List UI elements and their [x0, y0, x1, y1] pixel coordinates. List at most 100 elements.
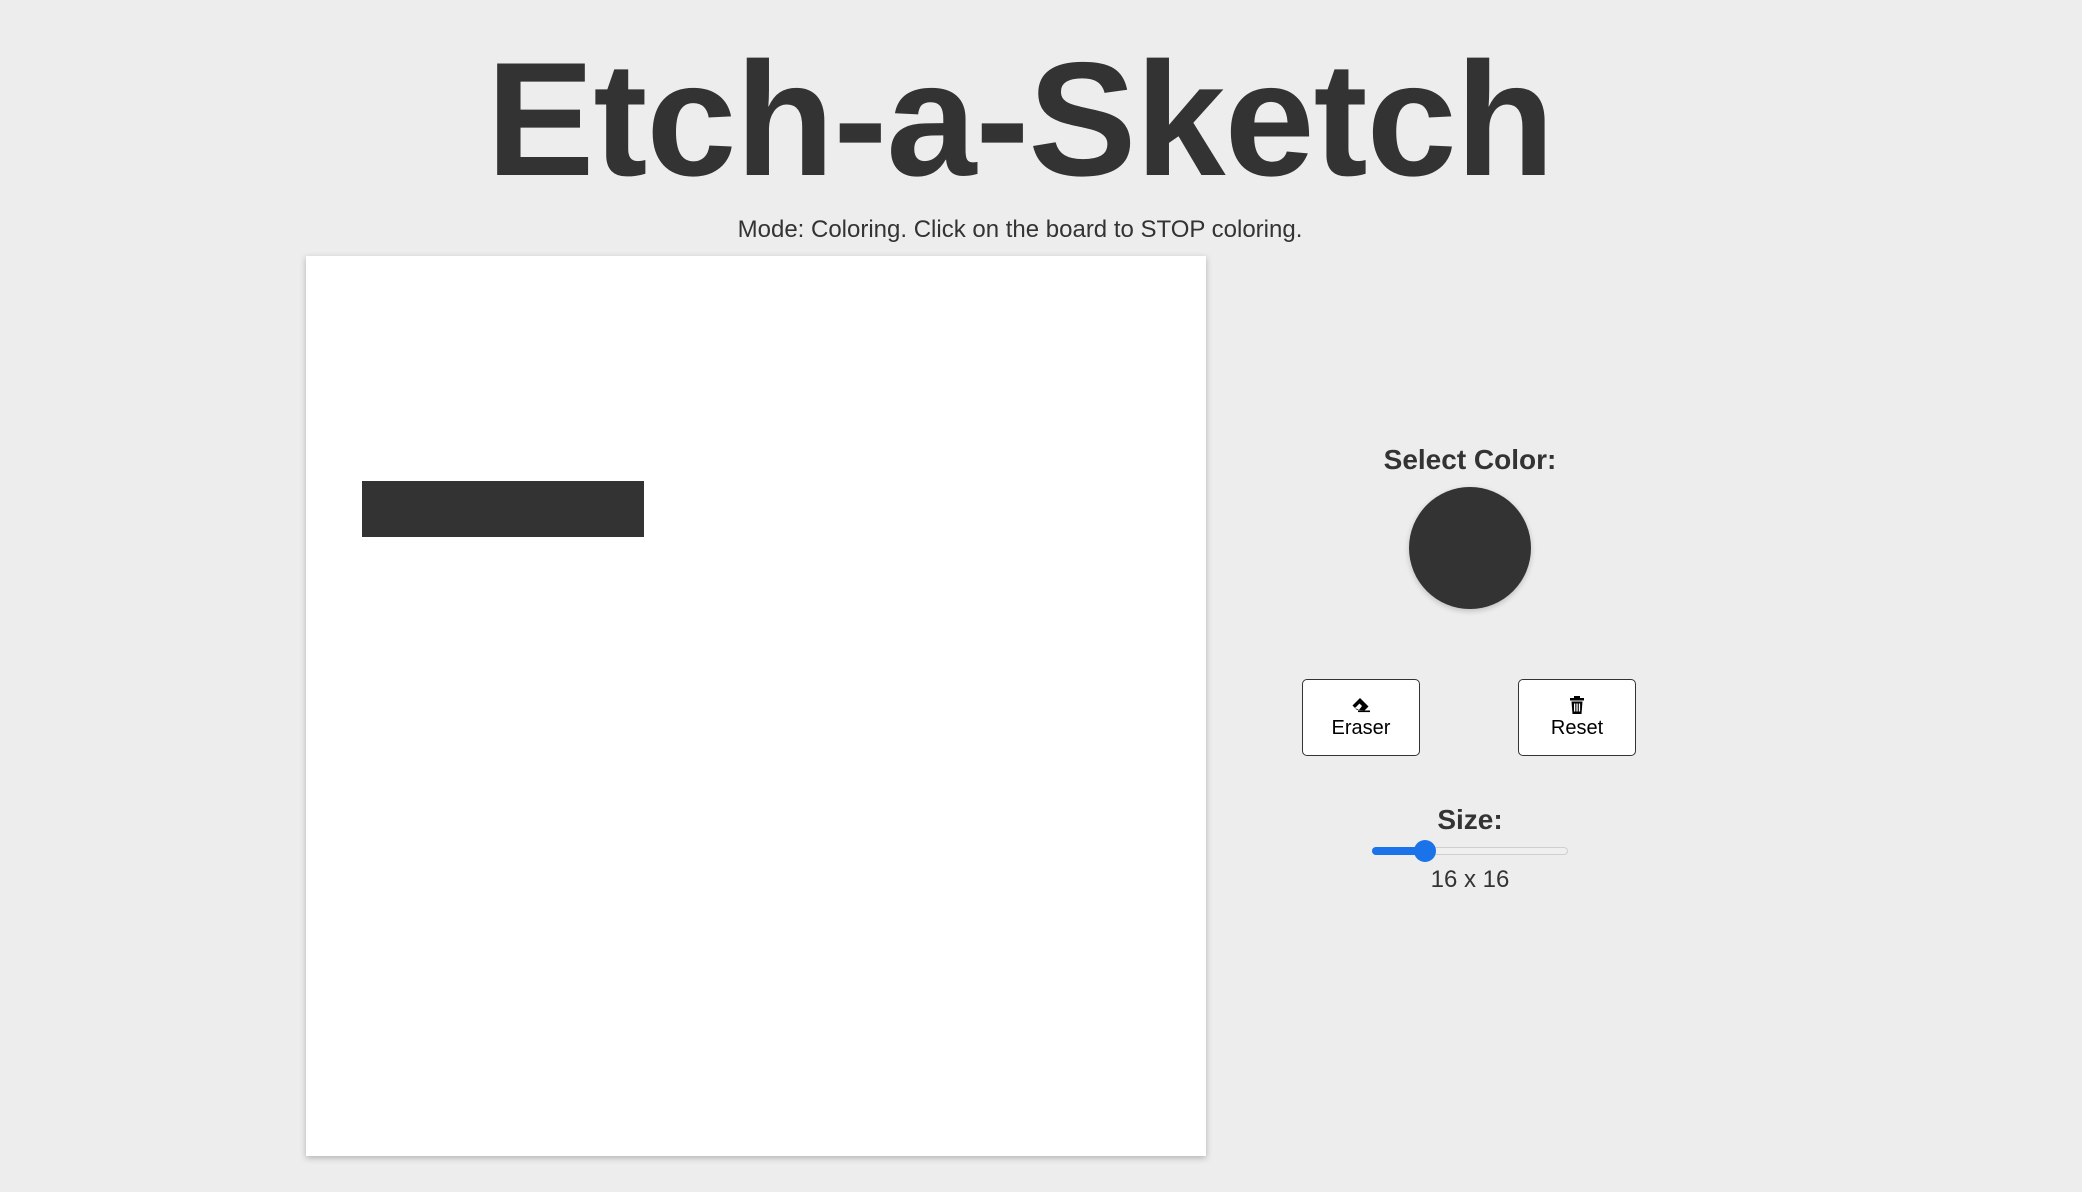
grid-cell[interactable]: [587, 706, 644, 763]
grid-cell[interactable]: [699, 987, 756, 1044]
grid-cell[interactable]: [362, 818, 419, 875]
color-picker[interactable]: [1409, 487, 1531, 609]
grid-cell[interactable]: [812, 312, 869, 369]
grid-cell[interactable]: [531, 649, 588, 706]
grid-cell[interactable]: [1037, 424, 1094, 481]
grid-cell[interactable]: [1037, 706, 1094, 763]
grid-cell[interactable]: [306, 256, 363, 313]
grid-cell[interactable]: [1037, 481, 1094, 538]
grid-cell[interactable]: [812, 987, 869, 1044]
grid-cell[interactable]: [643, 312, 700, 369]
size-slider[interactable]: [1372, 840, 1568, 862]
grid-cell[interactable]: [924, 256, 981, 313]
grid-cell[interactable]: [1037, 649, 1094, 706]
grid-cell[interactable]: [362, 762, 419, 819]
grid-cell[interactable]: [306, 706, 363, 763]
grid-cell[interactable]: [756, 593, 813, 650]
grid-cell[interactable]: [1037, 368, 1094, 425]
grid-cell[interactable]: [756, 1043, 813, 1100]
grid-cell[interactable]: [418, 1043, 475, 1100]
grid-cell[interactable]: [812, 256, 869, 313]
grid-cell[interactable]: [812, 537, 869, 594]
grid-cell[interactable]: [362, 706, 419, 763]
grid-cell[interactable]: [587, 256, 644, 313]
grid-cell[interactable]: [531, 818, 588, 875]
grid-cell[interactable]: [643, 1099, 700, 1156]
grid-cell[interactable]: [531, 537, 588, 594]
grid-cell[interactable]: [756, 537, 813, 594]
grid-cell[interactable]: [418, 312, 475, 369]
grid-cell[interactable]: [643, 537, 700, 594]
grid-cell[interactable]: [306, 537, 363, 594]
grid-cell[interactable]: [587, 368, 644, 425]
grid-cell[interactable]: [531, 1099, 588, 1156]
grid-cell[interactable]: [1149, 818, 1206, 875]
grid-cell[interactable]: [981, 312, 1038, 369]
grid-cell[interactable]: [1093, 706, 1150, 763]
grid-cell[interactable]: [756, 649, 813, 706]
grid-cell[interactable]: [981, 931, 1038, 988]
grid-cell[interactable]: [981, 593, 1038, 650]
grid-cell[interactable]: [924, 593, 981, 650]
grid-cell[interactable]: [756, 987, 813, 1044]
grid-cell[interactable]: [587, 931, 644, 988]
grid-cell[interactable]: [699, 256, 756, 313]
grid-cell[interactable]: [1037, 256, 1094, 313]
grid-cell[interactable]: [474, 706, 531, 763]
grid-cell[interactable]: [924, 368, 981, 425]
grid-cell[interactable]: [418, 537, 475, 594]
grid-cell[interactable]: [474, 481, 531, 538]
grid-cell[interactable]: [643, 368, 700, 425]
grid-cell[interactable]: [981, 706, 1038, 763]
grid-cell[interactable]: [981, 1043, 1038, 1100]
grid-cell[interactable]: [699, 874, 756, 931]
grid-cell[interactable]: [418, 424, 475, 481]
grid-cell[interactable]: [306, 312, 363, 369]
grid-cell[interactable]: [699, 1099, 756, 1156]
grid-cell[interactable]: [812, 762, 869, 819]
grid-cell[interactable]: [868, 424, 925, 481]
grid-cell[interactable]: [587, 762, 644, 819]
grid-cell[interactable]: [1037, 1043, 1094, 1100]
grid-cell[interactable]: [1037, 931, 1094, 988]
grid-cell[interactable]: [868, 1043, 925, 1100]
grid-cell[interactable]: [981, 987, 1038, 1044]
grid-cell[interactable]: [756, 818, 813, 875]
grid-cell[interactable]: [981, 1099, 1038, 1156]
grid-cell[interactable]: [474, 1043, 531, 1100]
grid-cell[interactable]: [756, 424, 813, 481]
grid-cell[interactable]: [868, 368, 925, 425]
grid-cell[interactable]: [756, 931, 813, 988]
grid-cell[interactable]: [1037, 987, 1094, 1044]
grid-cell[interactable]: [699, 931, 756, 988]
grid-cell[interactable]: [981, 649, 1038, 706]
grid-cell[interactable]: [418, 481, 475, 538]
eraser-button[interactable]: Eraser: [1302, 679, 1420, 756]
grid-cell[interactable]: [812, 481, 869, 538]
grid-cell[interactable]: [699, 424, 756, 481]
grid-cell[interactable]: [868, 931, 925, 988]
grid-cell[interactable]: [418, 987, 475, 1044]
grid-cell[interactable]: [812, 706, 869, 763]
grid-cell[interactable]: [924, 874, 981, 931]
grid-cell[interactable]: [306, 931, 363, 988]
grid-cell[interactable]: [587, 987, 644, 1044]
grid-cell[interactable]: [1093, 1099, 1150, 1156]
grid-cell[interactable]: [868, 256, 925, 313]
grid-cell[interactable]: [812, 931, 869, 988]
grid-cell[interactable]: [643, 256, 700, 313]
grid-cell[interactable]: [924, 424, 981, 481]
grid-cell[interactable]: [1037, 818, 1094, 875]
grid-cell[interactable]: [418, 649, 475, 706]
grid-cell[interactable]: [418, 931, 475, 988]
grid-cell[interactable]: [699, 593, 756, 650]
grid-cell[interactable]: [1093, 931, 1150, 988]
drawing-board[interactable]: [306, 256, 1206, 1156]
grid-cell[interactable]: [643, 987, 700, 1044]
grid-cell[interactable]: [1149, 762, 1206, 819]
grid-cell[interactable]: [1149, 368, 1206, 425]
grid-cell[interactable]: [981, 874, 1038, 931]
grid-cell[interactable]: [587, 874, 644, 931]
grid-cell[interactable]: [474, 368, 531, 425]
grid-cell[interactable]: [531, 874, 588, 931]
